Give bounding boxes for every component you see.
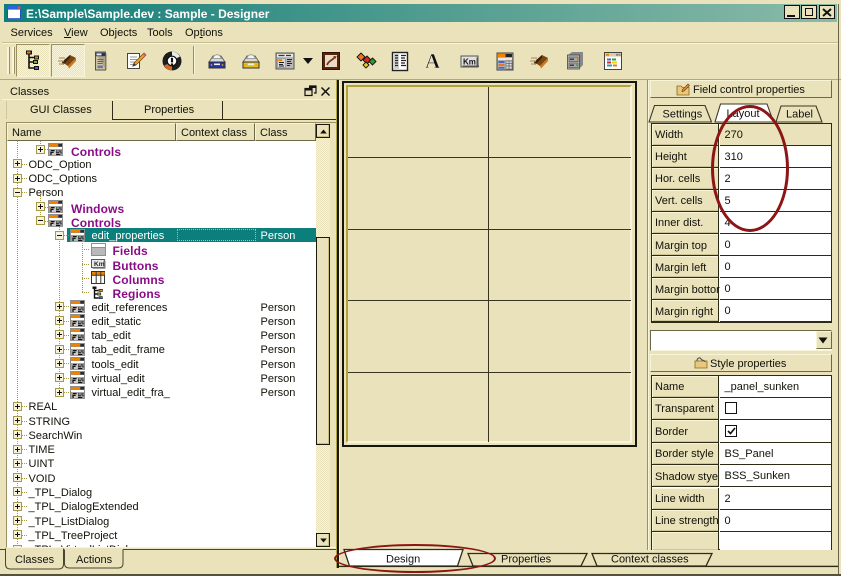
svg-text:Classes: Classes <box>15 554 55 566</box>
svg-text:Context classes: Context classes <box>611 554 689 566</box>
svg-text:A: A <box>425 49 441 73</box>
svg-text:Km: Km <box>94 261 105 268</box>
svg-text:Settings: Settings <box>663 109 703 121</box>
svg-text:Actions: Actions <box>76 554 113 566</box>
svg-text:Km: Km <box>463 58 476 67</box>
svg-text:Properties: Properties <box>501 554 552 566</box>
svg-text:Label: Label <box>786 109 813 121</box>
